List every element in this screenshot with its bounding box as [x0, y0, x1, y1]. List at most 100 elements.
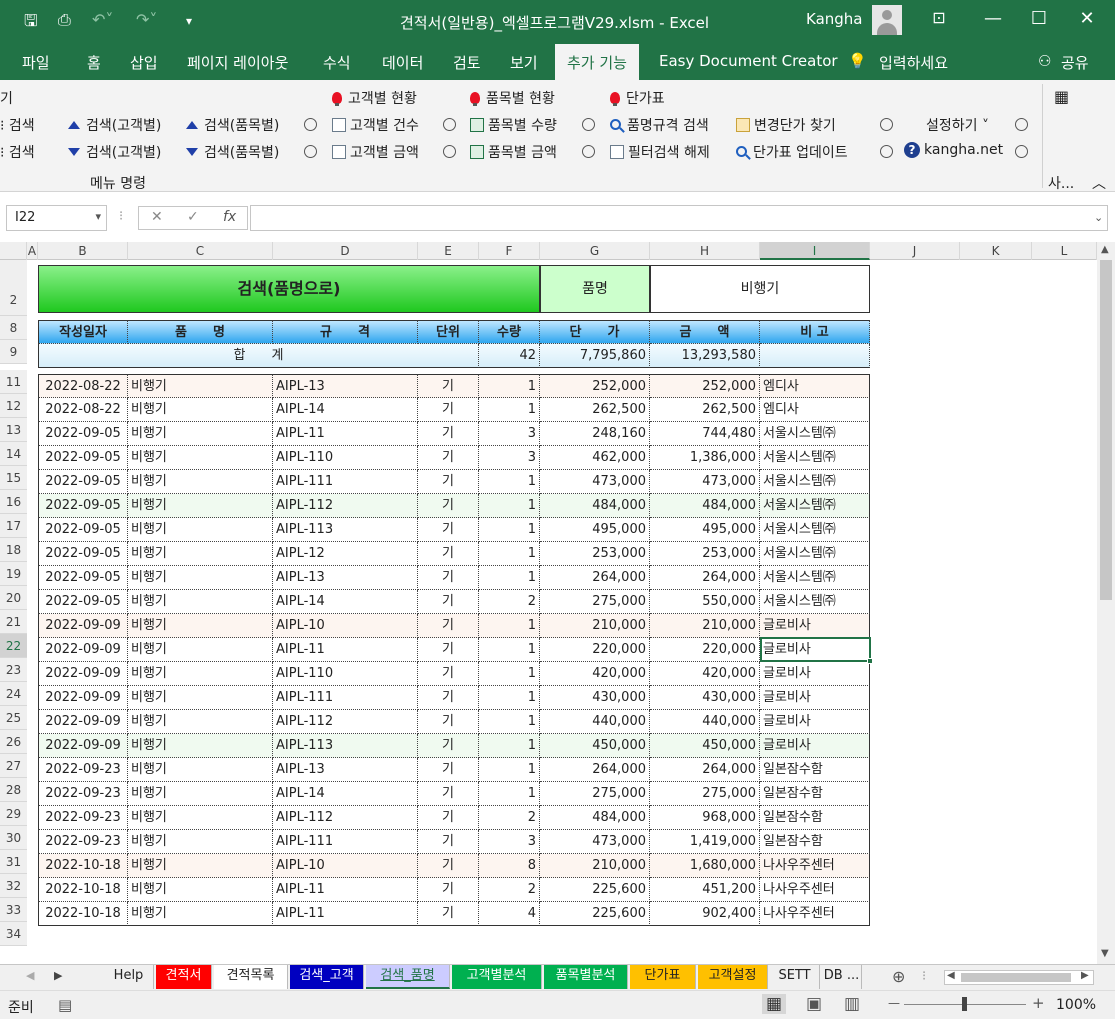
- table-cell[interactable]: 기: [418, 614, 479, 638]
- tab-view[interactable]: 보기: [510, 52, 538, 73]
- avatar[interactable]: [872, 5, 902, 35]
- table-cell[interactable]: 비행기: [128, 542, 273, 566]
- table-cell[interactable]: 1,386,000: [650, 446, 760, 470]
- filter-value-cell[interactable]: 비행기: [650, 265, 870, 313]
- table-cell[interactable]: 기: [418, 734, 479, 758]
- table-cell[interactable]: 473,000: [540, 830, 650, 854]
- table-cell[interactable]: AIPL-112: [273, 494, 418, 518]
- tab-data[interactable]: 데이터: [382, 52, 423, 73]
- table-cell[interactable]: 264,000: [540, 566, 650, 590]
- col-header-b[interactable]: B: [38, 242, 128, 260]
- table-cell[interactable]: 2022-09-23: [38, 830, 128, 854]
- table-cell[interactable]: 기: [418, 446, 479, 470]
- table-cell[interactable]: 서울시스템㈜: [760, 422, 870, 446]
- row-header[interactable]: 16: [0, 490, 27, 514]
- col-header-l[interactable]: L: [1032, 242, 1097, 260]
- table-cell[interactable]: 1: [479, 566, 540, 590]
- table-cell[interactable]: 글로비사: [760, 686, 870, 710]
- table-cell[interactable]: 서울시스템㈜: [760, 494, 870, 518]
- table-cell[interactable]: 430,000: [650, 686, 760, 710]
- tab-addins[interactable]: 추가 기능: [555, 44, 639, 80]
- table-cell[interactable]: 495,000: [540, 518, 650, 542]
- table-cell[interactable]: 1: [479, 782, 540, 806]
- sheet-tab[interactable]: 고객별분석: [452, 965, 542, 989]
- table-header-cell[interactable]: 수량: [479, 320, 540, 344]
- table-cell[interactable]: 기: [418, 638, 479, 662]
- row-header[interactable]: 32: [0, 874, 27, 898]
- table-cell[interactable]: 264,000: [540, 758, 650, 782]
- table-cell[interactable]: AIPL-11: [273, 902, 418, 926]
- table-cell[interactable]: 2022-09-05: [38, 494, 128, 518]
- table-cell[interactable]: 비행기: [128, 830, 273, 854]
- tab-page-layout[interactable]: 페이지 레이아웃: [187, 52, 288, 73]
- row-header[interactable]: 2: [0, 260, 27, 316]
- asc-customer-button[interactable]: 검색(고객별): [68, 115, 161, 135]
- table-cell[interactable]: 2022-09-05: [38, 446, 128, 470]
- table-cell[interactable]: 2022-10-18: [38, 878, 128, 902]
- h-scroll-thumb[interactable]: [961, 973, 1071, 982]
- table-cell[interactable]: 2022-09-09: [38, 710, 128, 734]
- row-header[interactable]: 20: [0, 586, 27, 610]
- table-cell[interactable]: AIPL-11: [273, 638, 418, 662]
- table-cell[interactable]: 2022-09-09: [38, 734, 128, 758]
- table-cell[interactable]: 엠디사: [760, 374, 870, 398]
- table-header-cell[interactable]: 품 명: [128, 320, 273, 344]
- maximize-button[interactable]: ☐: [1024, 8, 1054, 29]
- row-header[interactable]: 25: [0, 706, 27, 730]
- row-header[interactable]: 26: [0, 730, 27, 754]
- row-header[interactable]: 34: [0, 922, 27, 946]
- table-cell[interactable]: 서울시스템㈜: [760, 470, 870, 494]
- table-cell[interactable]: 1: [479, 542, 540, 566]
- normal-view-icon[interactable]: ▦: [762, 994, 787, 1014]
- table-cell[interactable]: 비행기: [128, 638, 273, 662]
- scroll-left-icon[interactable]: ◀: [947, 970, 955, 981]
- table-cell[interactable]: 1: [479, 638, 540, 662]
- spec-search-button[interactable]: 품명규격 검색: [610, 115, 709, 135]
- table-cell[interactable]: 225,600: [540, 902, 650, 926]
- lightbulb-icon[interactable]: 💡: [848, 52, 867, 70]
- table-cell[interactable]: 글로비사: [760, 734, 870, 758]
- table-cell[interactable]: 253,000: [540, 542, 650, 566]
- table-cell[interactable]: 275,000: [650, 782, 760, 806]
- table-cell[interactable]: 2022-09-05: [38, 566, 128, 590]
- table-cell[interactable]: AIPL-111: [273, 686, 418, 710]
- filter-clear-button[interactable]: 필터검색 해제: [610, 142, 710, 162]
- table-cell[interactable]: 440,000: [650, 710, 760, 734]
- row-header[interactable]: 8: [0, 316, 27, 340]
- table-cell[interactable]: 기: [418, 398, 479, 422]
- table-cell[interactable]: 비행기: [128, 902, 273, 926]
- row-header[interactable]: 11: [0, 370, 27, 394]
- table-cell[interactable]: 비행기: [128, 422, 273, 446]
- tab-splitter[interactable]: ⁝: [922, 969, 926, 984]
- horizontal-scrollbar[interactable]: ◀ ▶: [944, 970, 1094, 985]
- site-link[interactable]: ? kangha.net: [904, 142, 1003, 158]
- item-status-button[interactable]: 품목별 현황: [470, 88, 555, 108]
- table-cell[interactable]: AIPL-11: [273, 422, 418, 446]
- customize-qat-icon[interactable]: ▾: [186, 14, 192, 28]
- table-cell[interactable]: 엠디사: [760, 398, 870, 422]
- sheet-tab[interactable]: 품목별분석: [544, 965, 628, 989]
- row-header[interactable]: 12: [0, 394, 27, 418]
- table-cell[interactable]: 나사우주센터: [760, 878, 870, 902]
- col-header-i[interactable]: I: [760, 242, 870, 260]
- price-table-button[interactable]: 단가표: [610, 88, 665, 108]
- table-cell[interactable]: 비행기: [128, 614, 273, 638]
- table-cell[interactable]: AIPL-13: [273, 758, 418, 782]
- row-header[interactable]: 21: [0, 610, 27, 634]
- table-cell[interactable]: 서울시스템㈜: [760, 446, 870, 470]
- table-cell[interactable]: 210,000: [650, 614, 760, 638]
- table-cell[interactable]: 2022-09-05: [38, 542, 128, 566]
- table-cell[interactable]: 비행기: [128, 374, 273, 398]
- scroll-right-icon[interactable]: ▶: [1081, 970, 1089, 981]
- radio-7[interactable]: [880, 118, 893, 131]
- table-cell[interactable]: 1: [479, 662, 540, 686]
- table-cell[interactable]: 비행기: [128, 590, 273, 614]
- table-cell[interactable]: 서울시스템㈜: [760, 518, 870, 542]
- table-cell[interactable]: 기: [418, 902, 479, 926]
- table-cell[interactable]: 2022-10-18: [38, 854, 128, 878]
- expand-formula-icon[interactable]: ⌄: [1094, 211, 1103, 224]
- radio-2[interactable]: [304, 145, 317, 158]
- scroll-thumb[interactable]: [1100, 260, 1112, 600]
- insert-function-icon[interactable]: fx: [223, 209, 236, 225]
- ribbon-cut-search-1[interactable]: ⁝ 검색: [0, 115, 35, 135]
